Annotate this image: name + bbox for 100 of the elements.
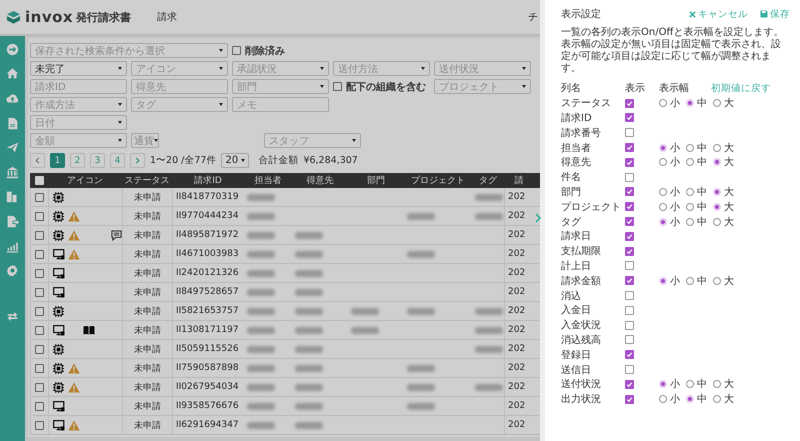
blurred-text [475,308,503,314]
row-checkbox[interactable] [35,192,44,202]
row-checkbox[interactable] [35,420,44,430]
width-radio[interactable]: 小 [659,96,686,110]
width-radio[interactable]: 大 [713,155,740,170]
show-checkbox[interactable] [625,187,634,196]
blurred-text [407,212,435,220]
bank-icon[interactable] [6,166,19,179]
show-checkbox[interactable] [625,172,634,182]
cloud-upload-icon[interactable] [6,92,19,105]
column-header[interactable]: アイコン [48,173,122,188]
show-checkbox[interactable] [625,261,634,270]
width-radio[interactable]: 中 [686,140,713,155]
chart-icon[interactable] [6,240,19,253]
previous-page-button[interactable] [30,153,45,168]
warning-icon [68,362,80,374]
logo-icon [6,10,21,24]
swap-icon[interactable] [6,310,19,323]
blurred-text [475,326,503,334]
row-checkbox[interactable] [35,250,44,258]
home-icon[interactable] [6,67,19,80]
show-checkbox[interactable] [625,246,634,256]
arrow-circle-icon[interactable] [6,42,19,56]
document-icon[interactable] [6,116,19,130]
row-checkbox[interactable] [35,326,44,334]
column-header[interactable]: タグ [472,173,504,188]
width-radio[interactable]: 小 [659,200,686,214]
paper-plane-icon[interactable] [6,141,19,154]
width-radio[interactable]: 中 [686,184,713,199]
width-radio[interactable]: 大 [713,274,740,288]
row-checkbox[interactable] [35,364,44,372]
column-header[interactable]: 担当者 [244,173,292,188]
show-checkbox[interactable] [625,276,634,286]
width-radio[interactable]: 小 [659,392,686,406]
width-radio[interactable]: 小 [659,184,686,199]
column-header: 表示 [625,82,646,96]
show-checkbox[interactable] [625,335,634,344]
show-checkbox[interactable] [625,380,634,389]
show-checkbox[interactable] [625,394,634,404]
filter-dropdown[interactable]: 未完了 [30,61,127,76]
show-checkbox[interactable] [625,306,634,315]
page-size-dropdown[interactable]: 20 [221,153,250,168]
chevron-right-icon[interactable] [535,213,541,223]
width-radio[interactable]: 大 [713,392,740,406]
column-name: 送信日 [561,364,592,377]
width-radio[interactable]: 小 [659,214,686,229]
settings-icon[interactable] [6,264,19,278]
width-radio[interactable]: 中 [686,392,713,406]
row-checkbox[interactable] [35,288,44,296]
column-header[interactable]: ステータス [122,173,172,188]
deleted-checkbox[interactable]: 削除済み [232,43,285,58]
row-checkbox[interactable] [35,344,44,354]
row-checkbox[interactable] [35,230,44,240]
show-checkbox[interactable] [625,320,634,330]
width-radio[interactable]: 大 [713,377,740,392]
comment-icon [111,230,122,240]
row-checkbox[interactable] [35,402,44,410]
width-radio[interactable]: 小 [659,377,686,392]
column-header[interactable]: 得意先 [292,173,348,188]
column-header[interactable]: 部門 [348,173,404,188]
building-icon[interactable] [6,190,19,204]
width-radio[interactable]: 中 [686,155,713,170]
width-radio[interactable]: 中 [686,214,713,229]
row-checkbox[interactable] [35,306,44,316]
show-checkbox[interactable] [625,291,634,300]
width-radio[interactable]: 中 [686,377,713,392]
nav-link[interactable]: 請求 [157,10,178,24]
show-checkbox[interactable] [625,158,634,167]
width-radio[interactable]: 大 [713,140,740,155]
width-radio[interactable]: 小 [659,155,686,170]
width-radio[interactable]: 大 [713,184,740,199]
show-checkbox[interactable] [625,365,634,374]
column-header[interactable]: プロジェクト [404,173,472,188]
width-radio[interactable]: 中 [686,96,713,110]
row-checkbox[interactable] [35,268,44,278]
width-radio[interactable]: 小 [659,274,686,288]
next-page-button[interactable] [130,153,145,168]
total-amount: ¥6,284,307 [303,155,358,166]
row-checkbox[interactable] [35,382,44,392]
width-radio[interactable]: 中 [686,274,713,288]
show-checkbox[interactable] [625,232,634,241]
show-checkbox[interactable] [625,202,634,212]
width-radio[interactable]: 中 [686,200,713,214]
width-radio[interactable]: 大 [713,214,740,229]
column-header[interactable]: 請 [504,173,534,188]
show-checkbox[interactable] [625,113,634,122]
width-radio[interactable]: 大 [713,200,740,214]
column-header[interactable]: 請求ID [172,173,244,188]
nav-link[interactable]: チ [528,10,538,24]
show-checkbox[interactable] [625,350,634,360]
show-checkbox[interactable] [625,143,634,152]
select-all-checkbox[interactable] [34,176,44,185]
row-checkbox[interactable] [35,212,44,220]
show-checkbox[interactable] [625,217,634,226]
show-checkbox[interactable] [625,128,634,138]
show-checkbox[interactable] [625,98,634,108]
width-radio[interactable]: 小 [659,140,686,155]
filter-checkbox[interactable]: 配下の組織を含む [333,79,430,94]
width-radio[interactable]: 大 [713,96,740,110]
export-icon[interactable] [6,214,19,228]
